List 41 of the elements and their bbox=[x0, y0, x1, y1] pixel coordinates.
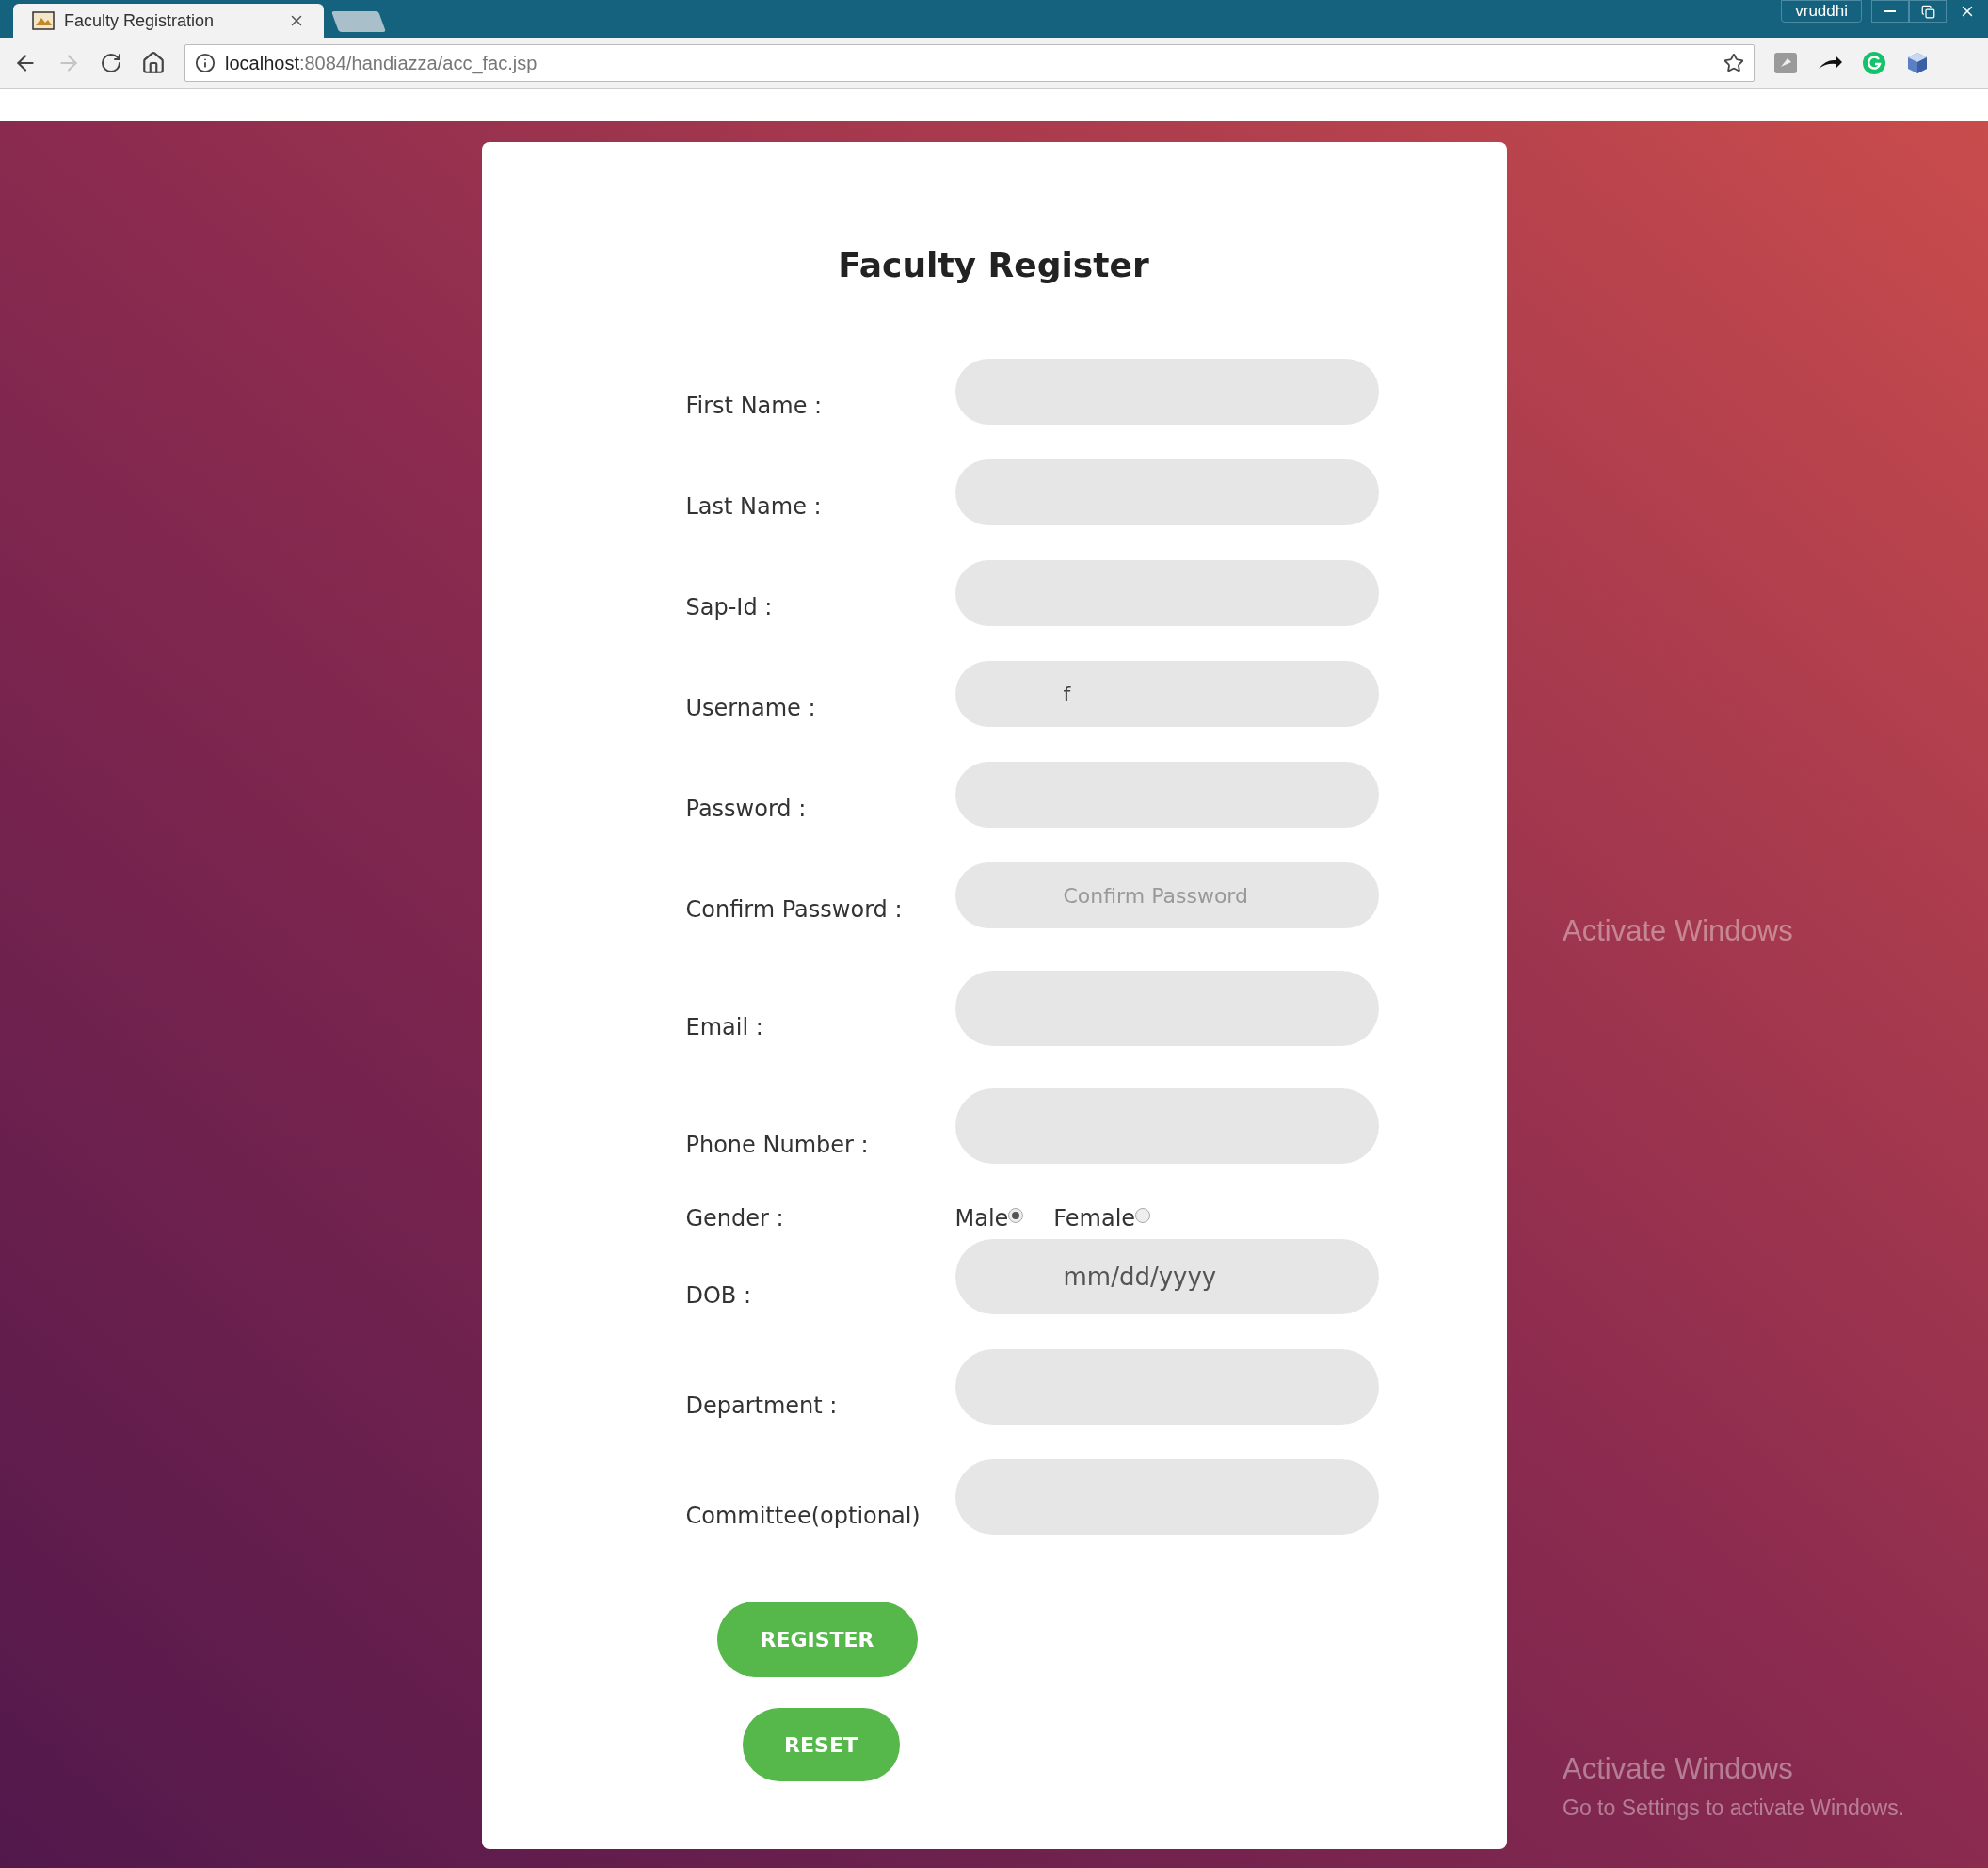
radio-label: Male bbox=[954, 1204, 1009, 1233]
field-label: Email : bbox=[685, 1013, 764, 1042]
activation-notice-title: Activate Windows bbox=[1563, 1751, 1794, 1787]
field-label: Password : bbox=[685, 795, 808, 824]
field-label: Last Name : bbox=[685, 492, 823, 522]
field-label: Sap-Id : bbox=[685, 593, 774, 622]
info-icon[interactable] bbox=[195, 52, 216, 73]
page-icon bbox=[32, 11, 55, 30]
cube-icon[interactable] bbox=[1905, 50, 1930, 75]
radio-label: Female bbox=[1053, 1204, 1136, 1233]
tab-title: Faculty Registration bbox=[64, 9, 216, 32]
field-label: Department : bbox=[685, 1392, 839, 1421]
radio-button[interactable] bbox=[1008, 1208, 1024, 1223]
input-field[interactable]: f bbox=[954, 661, 1379, 727]
reload-button[interactable] bbox=[100, 51, 122, 74]
activation-notice-title: Activate Windows bbox=[1563, 913, 1793, 949]
extension-icon[interactable] bbox=[1773, 50, 1798, 75]
field-label: Confirm Password : bbox=[685, 895, 904, 925]
restore-icon bbox=[1920, 4, 1935, 19]
extension-logo-icon[interactable] bbox=[1862, 50, 1886, 75]
field-label: First Name : bbox=[685, 392, 824, 421]
field-label: Username : bbox=[685, 694, 817, 723]
profile-button[interactable]: vruddhi bbox=[1781, 0, 1862, 23]
minimize-button[interactable] bbox=[1871, 0, 1909, 23]
address-bar[interactable]: localhost:8084/handiazza/acc_fac.jsp bbox=[184, 43, 1755, 82]
date-field[interactable]: mm/dd/yyyy bbox=[954, 1239, 1379, 1314]
field-label: Committee(optional) bbox=[685, 1502, 922, 1531]
input-field[interactable]: Confirm Password bbox=[954, 862, 1379, 928]
radio-button[interactable] bbox=[1135, 1208, 1151, 1223]
field-label: DOB : bbox=[685, 1281, 753, 1311]
new-tab-button[interactable] bbox=[331, 11, 386, 32]
form-title: Faculty Register bbox=[837, 245, 1150, 286]
minimize-icon bbox=[1884, 10, 1896, 12]
bookmark-star-icon[interactable] bbox=[1723, 52, 1744, 73]
home-button[interactable] bbox=[141, 50, 166, 75]
field-label: Gender : bbox=[685, 1204, 785, 1233]
restore-button[interactable] bbox=[1909, 0, 1947, 23]
browser-tab[interactable]: Faculty Registration bbox=[13, 4, 324, 38]
activation-notice-text: Go to Settings to activate Windows. bbox=[1563, 1794, 1905, 1822]
field-label: Phone Number : bbox=[685, 1131, 870, 1160]
url-text: localhost:8084/handiazza/acc_fac.jsp bbox=[225, 51, 538, 76]
